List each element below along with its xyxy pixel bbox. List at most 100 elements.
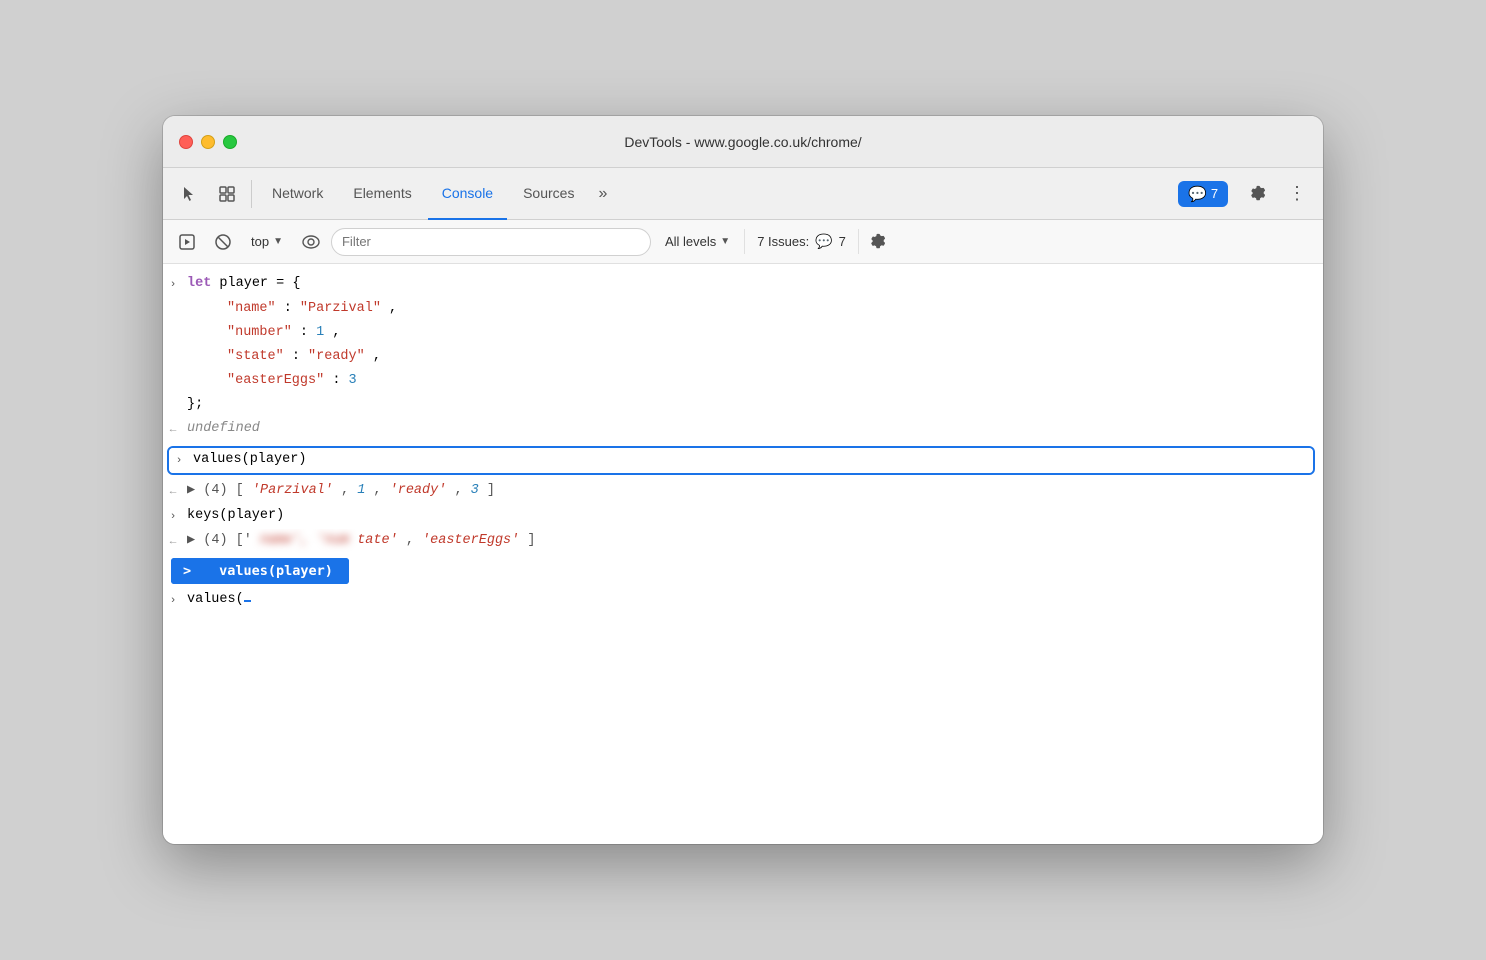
- list-item: › keys(player): [163, 504, 1323, 529]
- filter-input[interactable]: [331, 228, 651, 256]
- minimize-button[interactable]: [201, 135, 215, 149]
- tab-divider: [251, 180, 252, 208]
- property-name: "state": [227, 349, 284, 364]
- autocomplete-container: > values(player): [171, 558, 1315, 584]
- array-sep: ,: [454, 483, 470, 498]
- maximize-button[interactable]: [223, 135, 237, 149]
- values-call: values(player): [193, 452, 306, 467]
- list-item: "state" : "ready" ,: [163, 345, 1323, 369]
- array-count: (4) [: [203, 483, 244, 498]
- list-item: ← undefined: [163, 417, 1323, 442]
- tab-elements[interactable]: Elements: [339, 168, 425, 220]
- context-label: top: [251, 234, 269, 249]
- tab-sources[interactable]: Sources: [509, 168, 588, 220]
- expand-array-arrow[interactable]: ▶: [187, 533, 195, 548]
- input-prompt-arrow: ›: [163, 590, 183, 611]
- array-item-state: tate': [357, 533, 398, 548]
- property-name: "number": [227, 325, 292, 340]
- cursor-tool-button[interactable]: [171, 176, 207, 212]
- array-item-1: 'Parzival': [252, 483, 333, 498]
- console-toolbar: top ▼ All levels ▼ 7 Issues: 💬 7: [163, 220, 1323, 264]
- return-arrow: ←: [163, 481, 183, 502]
- context-selector[interactable]: top ▼: [243, 230, 291, 253]
- traffic-lights: [179, 135, 237, 149]
- autocomplete-row: > values(player): [171, 558, 349, 584]
- devtools-more-button[interactable]: ⋮: [1279, 176, 1315, 212]
- text-cursor: [244, 600, 251, 602]
- list-item: "name" : "Parzival" ,: [163, 297, 1323, 321]
- line-content: ▶ (4) [ 'Parzival' , 1 , 'ready' , 3 ]: [183, 481, 1315, 501]
- devtools-tabs: Network Elements Console Sources » 💬 7 ⋮: [163, 168, 1323, 220]
- context-chevron: ▼: [273, 236, 283, 247]
- inspect-button[interactable]: [209, 176, 245, 212]
- array-sep: ,: [341, 483, 357, 498]
- comma: ,: [389, 301, 397, 316]
- expand-arrow[interactable]: ›: [163, 274, 183, 295]
- issues-badge[interactable]: 💬 7: [1178, 181, 1228, 207]
- list-item: ← ▶ (4) [ 'Parzival' , 1 , 'ready' , 3 ]: [163, 479, 1323, 504]
- close-button[interactable]: [179, 135, 193, 149]
- expand-arrow[interactable]: ›: [163, 506, 183, 527]
- line-content: undefined: [183, 419, 1315, 439]
- levels-selector[interactable]: All levels ▼: [655, 230, 740, 253]
- return-arrow: ←: [163, 419, 183, 440]
- issues-icon-toolbar: 💬: [815, 233, 832, 250]
- list-item: };: [163, 393, 1323, 417]
- blurred-content: name', 'num: [260, 533, 349, 548]
- colon: :: [332, 373, 348, 388]
- list-item: › let player = {: [163, 272, 1323, 297]
- closing-brace: };: [187, 397, 203, 412]
- list-item: "easterEggs" : 3: [163, 369, 1323, 393]
- tab-network[interactable]: Network: [258, 168, 337, 220]
- issues-count-text: 7 Issues:: [757, 234, 809, 249]
- devtools-window: DevTools - www.google.co.uk/chrome/ Netw…: [163, 116, 1323, 844]
- comma: ,: [373, 349, 381, 364]
- console-settings-button[interactable]: [863, 226, 895, 258]
- list-item: "number" : 1 ,: [163, 321, 1323, 345]
- titlebar: DevTools - www.google.co.uk/chrome/: [163, 116, 1323, 168]
- colon: :: [284, 301, 300, 316]
- array-sep: ,: [406, 533, 422, 548]
- line-content: };: [183, 395, 1315, 415]
- line-content: "name" : "Parzival" ,: [183, 299, 1315, 319]
- line-content: let player = {: [183, 274, 1315, 294]
- keyword-let: let: [187, 276, 211, 291]
- issues-count: 7: [1211, 186, 1218, 201]
- issues-count-toolbar[interactable]: 7 Issues: 💬 7: [744, 229, 859, 254]
- array-item-2: 1: [357, 483, 365, 498]
- comma: ,: [332, 325, 340, 340]
- property-value-num: 1: [316, 325, 324, 340]
- input-text: values(: [187, 592, 244, 607]
- line-content: values(player): [189, 450, 1305, 470]
- list-item: › values(player): [169, 448, 1313, 473]
- clear-button[interactable]: [207, 226, 239, 258]
- line-content: "number" : 1 ,: [183, 323, 1315, 343]
- colon: :: [292, 349, 308, 364]
- execute-button[interactable]: [171, 226, 203, 258]
- more-tabs-button[interactable]: »: [590, 176, 615, 212]
- expand-array-arrow[interactable]: ▶: [187, 483, 195, 498]
- input-content[interactable]: values(: [183, 590, 1315, 610]
- keys-call: keys(player): [187, 508, 284, 523]
- levels-chevron: ▼: [720, 236, 730, 247]
- eye-button[interactable]: [295, 226, 327, 258]
- colon: :: [300, 325, 316, 340]
- levels-label: All levels: [665, 234, 716, 249]
- undefined-value: undefined: [187, 421, 260, 436]
- arrow-spacer: [163, 323, 183, 324]
- issues-num: 7: [839, 234, 846, 249]
- devtools-settings-button[interactable]: [1241, 176, 1277, 212]
- code-text: player = {: [219, 276, 300, 291]
- arrow-spacer: [163, 347, 183, 348]
- console-input-line: › values(: [163, 588, 1323, 613]
- tab-console[interactable]: Console: [428, 168, 507, 220]
- console-content: › let player = { "name" : "Parzival" , "…: [163, 264, 1323, 844]
- issues-icon: 💬: [1188, 185, 1207, 203]
- line-content: keys(player): [183, 506, 1315, 526]
- expand-arrow[interactable]: ›: [169, 450, 189, 471]
- line-content: ▶ (4) [' name', 'num tate' , 'easterEggs…: [183, 531, 1315, 551]
- arrow-spacer: [163, 371, 183, 372]
- return-arrow: ←: [163, 531, 183, 552]
- autocomplete-suggestion[interactable]: values(player): [203, 558, 349, 584]
- array-item-3: 'ready': [390, 483, 447, 498]
